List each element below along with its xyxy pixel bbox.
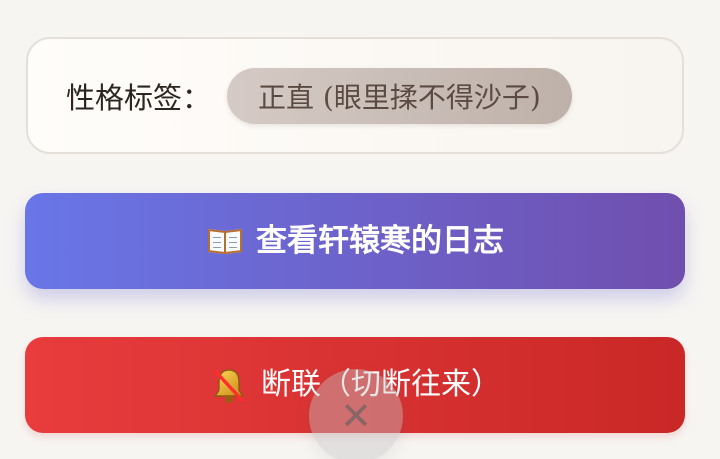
- personality-tag-card: 性格标签： 正直 (眼里揉不得沙子): [26, 37, 684, 154]
- floating-close-button[interactable]: ✕: [309, 369, 403, 459]
- view-diary-label: 查看轩辕寒的日志: [256, 222, 504, 259]
- book-lines-icon: [213, 237, 237, 249]
- muted-bell-icon: [209, 365, 249, 405]
- view-diary-button[interactable]: 查看轩辕寒的日志: [25, 193, 685, 289]
- personality-tag-chip: 正直 (眼里揉不得沙子): [227, 67, 572, 124]
- personality-tag-label: 性格标签：: [66, 80, 212, 115]
- profile-action-panel: 性格标签： 正直 (眼里揉不得沙子) 查看轩辕寒的日志 断联（切断往来） ✕: [0, 0, 720, 459]
- open-book-icon: [206, 226, 244, 256]
